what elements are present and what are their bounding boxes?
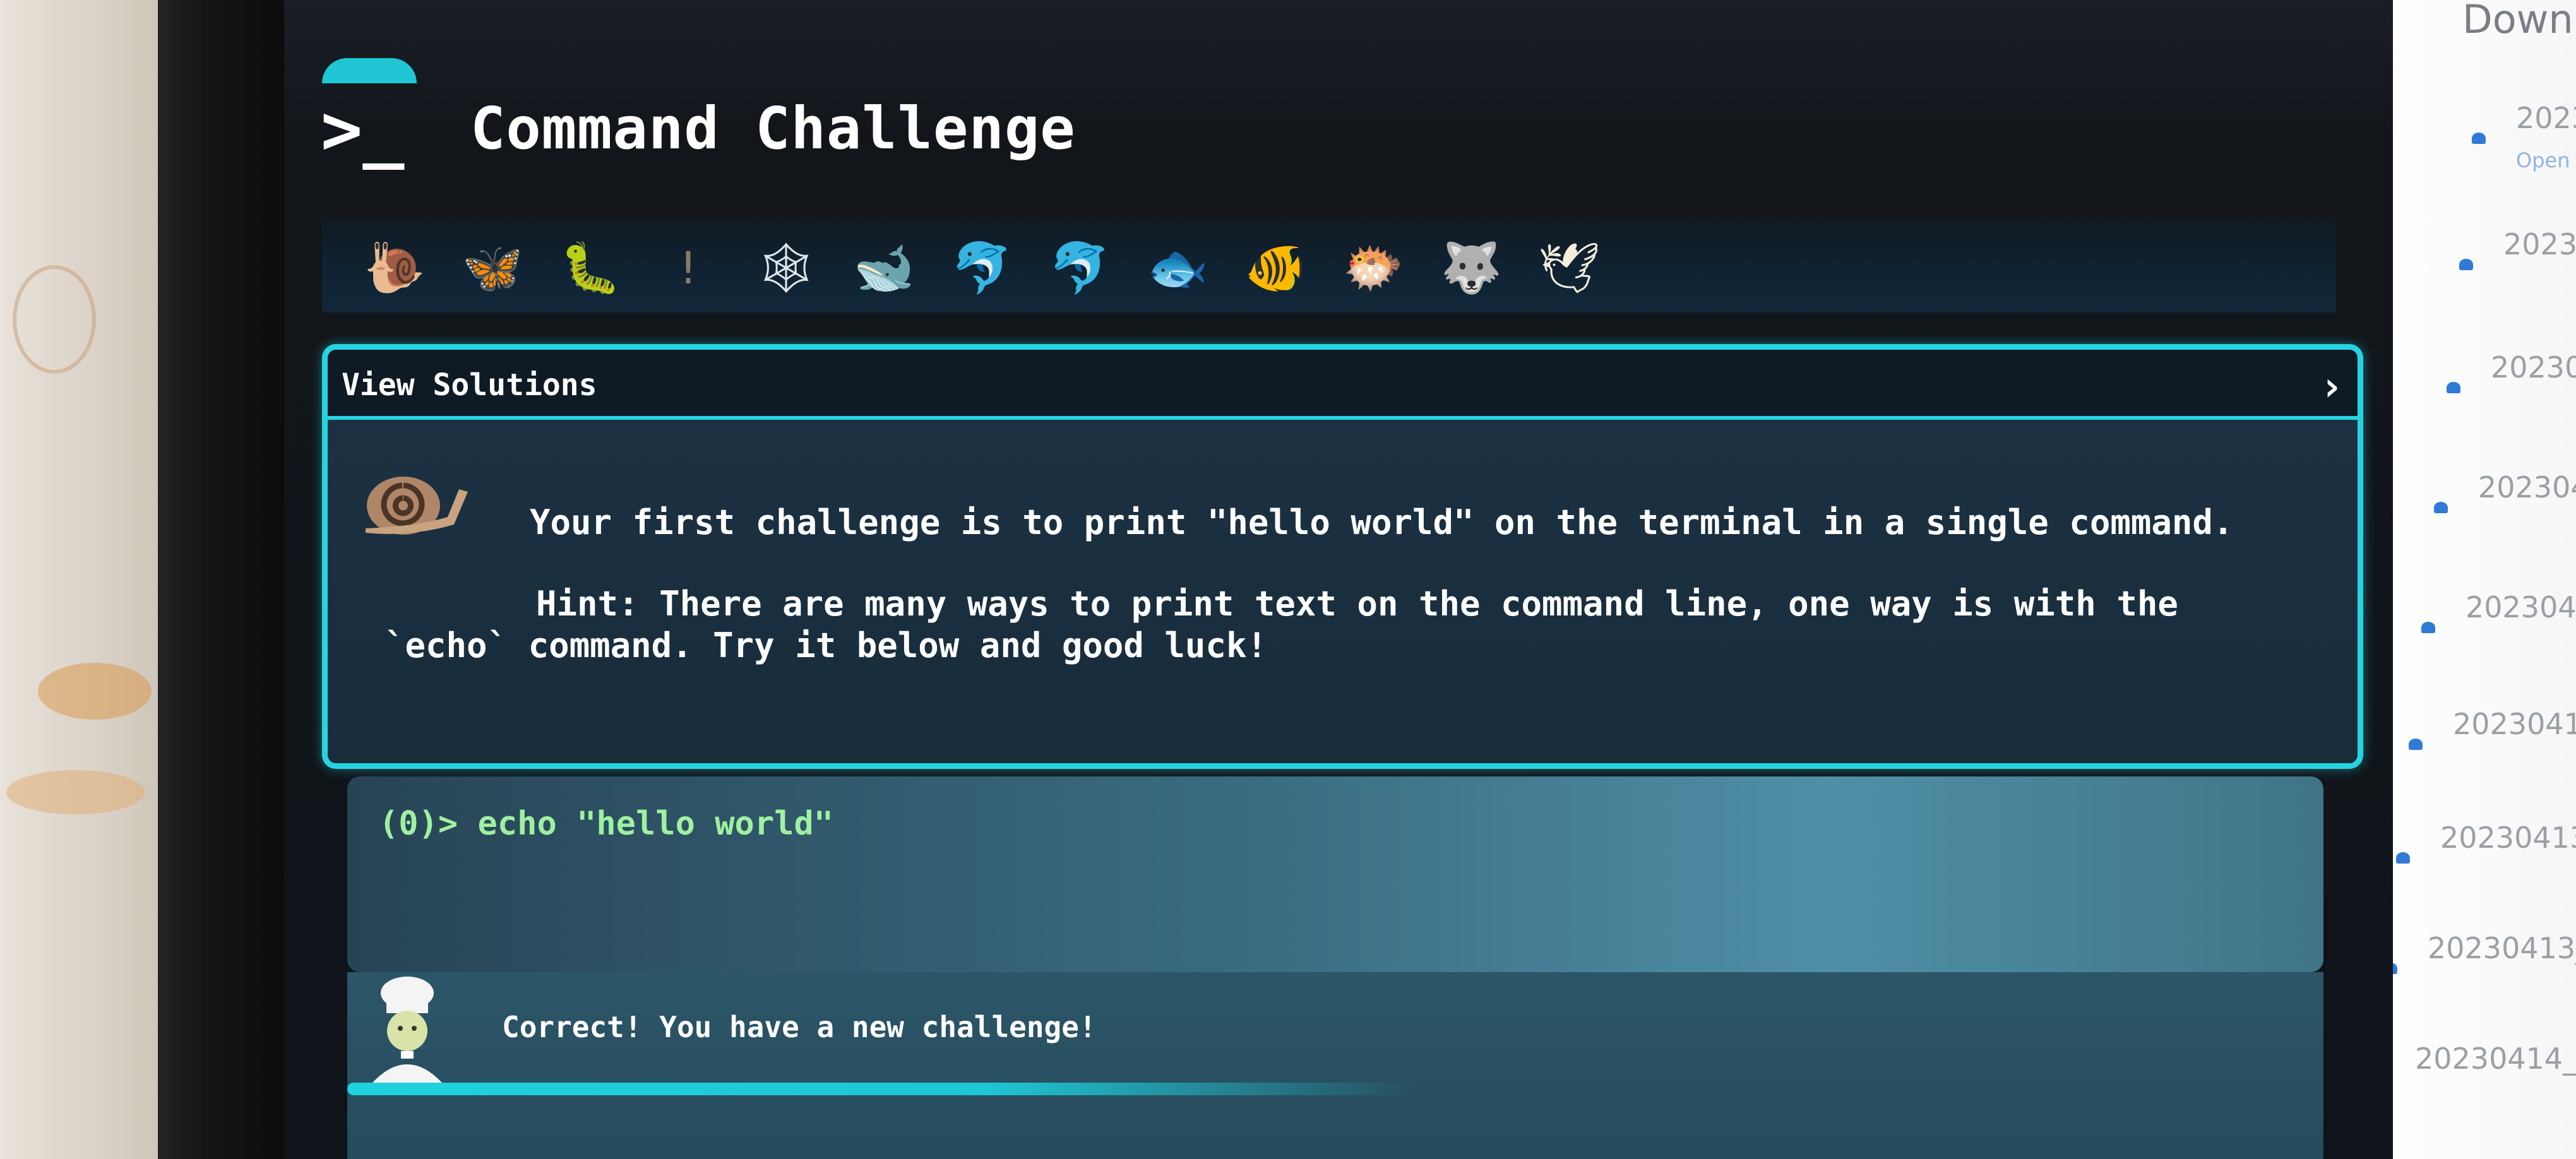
chevron-right-icon[interactable]: › — [2319, 364, 2344, 410]
monitor-bezel — [158, 0, 297, 1159]
feedback-message: Correct! You have a new challenge! — [502, 1010, 1097, 1044]
view-solutions-label: View Solutions — [342, 367, 597, 403]
wall-ornament — [38, 663, 152, 720]
caterpillar-icon[interactable]: 🐛 — [556, 240, 625, 297]
wolf-icon[interactable]: 🐺 — [1436, 240, 1506, 297]
bowling-pin-icon[interactable]: ǃ — [653, 240, 723, 297]
cloud-icon — [2409, 739, 2423, 750]
challenge-description: Your first challenge is to print "hello … — [530, 502, 2234, 542]
bird-icon[interactable]: 🕊 — [1534, 240, 1604, 297]
fish-icon[interactable]: 🐟 — [1143, 240, 1212, 297]
cloud-icon — [2447, 382, 2460, 393]
progress-bar — [347, 1083, 1414, 1095]
chef-avatar-icon — [373, 977, 442, 1083]
download-item[interactable]: 20230413 — [2453, 707, 2576, 741]
tropical-fish-icon[interactable]: 🐠 — [1241, 240, 1310, 297]
cloud-icon — [2434, 502, 2448, 513]
whale-icon[interactable]: 🐋 — [849, 240, 919, 297]
page-title: Command Challenge — [470, 95, 1076, 162]
download-item[interactable]: 2023 — [2503, 227, 2576, 261]
cloud-icon — [2396, 852, 2410, 864]
cloud-icon — [2472, 133, 2486, 144]
logo-arc-icon — [322, 58, 417, 83]
download-item[interactable]: 20230413_ — [2440, 821, 2576, 855]
download-item[interactable]: 2023 — [2516, 101, 2576, 135]
snail-icon[interactable]: 🐌 — [360, 240, 429, 297]
challenge-panel: View Solutions › Your first challenge is… — [322, 344, 2363, 769]
wall-ornament — [6, 770, 145, 814]
downloads-title: Down — [2462, 0, 2573, 42]
download-item[interactable]: 20230 — [2491, 350, 2576, 384]
level-strip: 🐌 🦋 🐛 ǃ 🕸 🐋 🐬 🐬 🐟 🐠 🐡 🐺 🕊 — [322, 218, 2336, 312]
cloud-icon — [2421, 622, 2435, 633]
download-item[interactable]: 2023041 — [2466, 590, 2576, 624]
terminal-input-line[interactable]: (0)> echo "hello world" — [379, 805, 833, 843]
view-solutions-toggle[interactable]: View Solutions › — [328, 350, 2358, 420]
feedback-area: Correct! You have a new challenge! — [347, 972, 2323, 1159]
spider-web-icon[interactable]: 🕸 — [751, 240, 821, 297]
snail-icon — [366, 477, 468, 535]
cloud-icon — [2459, 259, 2473, 270]
download-item-sub[interactable]: Open — [2516, 148, 2570, 172]
butterfly-icon[interactable]: 🦋 — [458, 240, 527, 297]
wall-ornament — [13, 265, 96, 374]
download-item[interactable]: 20230413_2 — [2428, 931, 2576, 965]
orca-icon[interactable]: 🐬 — [947, 240, 1017, 297]
download-item[interactable]: 202304 — [2478, 470, 2576, 504]
terminal[interactable]: (0)> echo "hello world" — [347, 776, 2323, 972]
blowfish-icon[interactable]: 🐡 — [1339, 240, 1408, 297]
dolphin-icon[interactable]: 🐬 — [1045, 240, 1114, 297]
challenge-hint: Hint: There are many ways to print text … — [385, 584, 2178, 665]
download-item[interactable]: 20230414_00 — [2415, 1042, 2576, 1076]
app-screen: >_ Command Challenge 🐌 🦋 🐛 ǃ 🕸 🐋 🐬 🐬 🐟 🐠… — [284, 0, 2393, 1159]
terminal-prompt-icon: >_ — [321, 89, 405, 170]
